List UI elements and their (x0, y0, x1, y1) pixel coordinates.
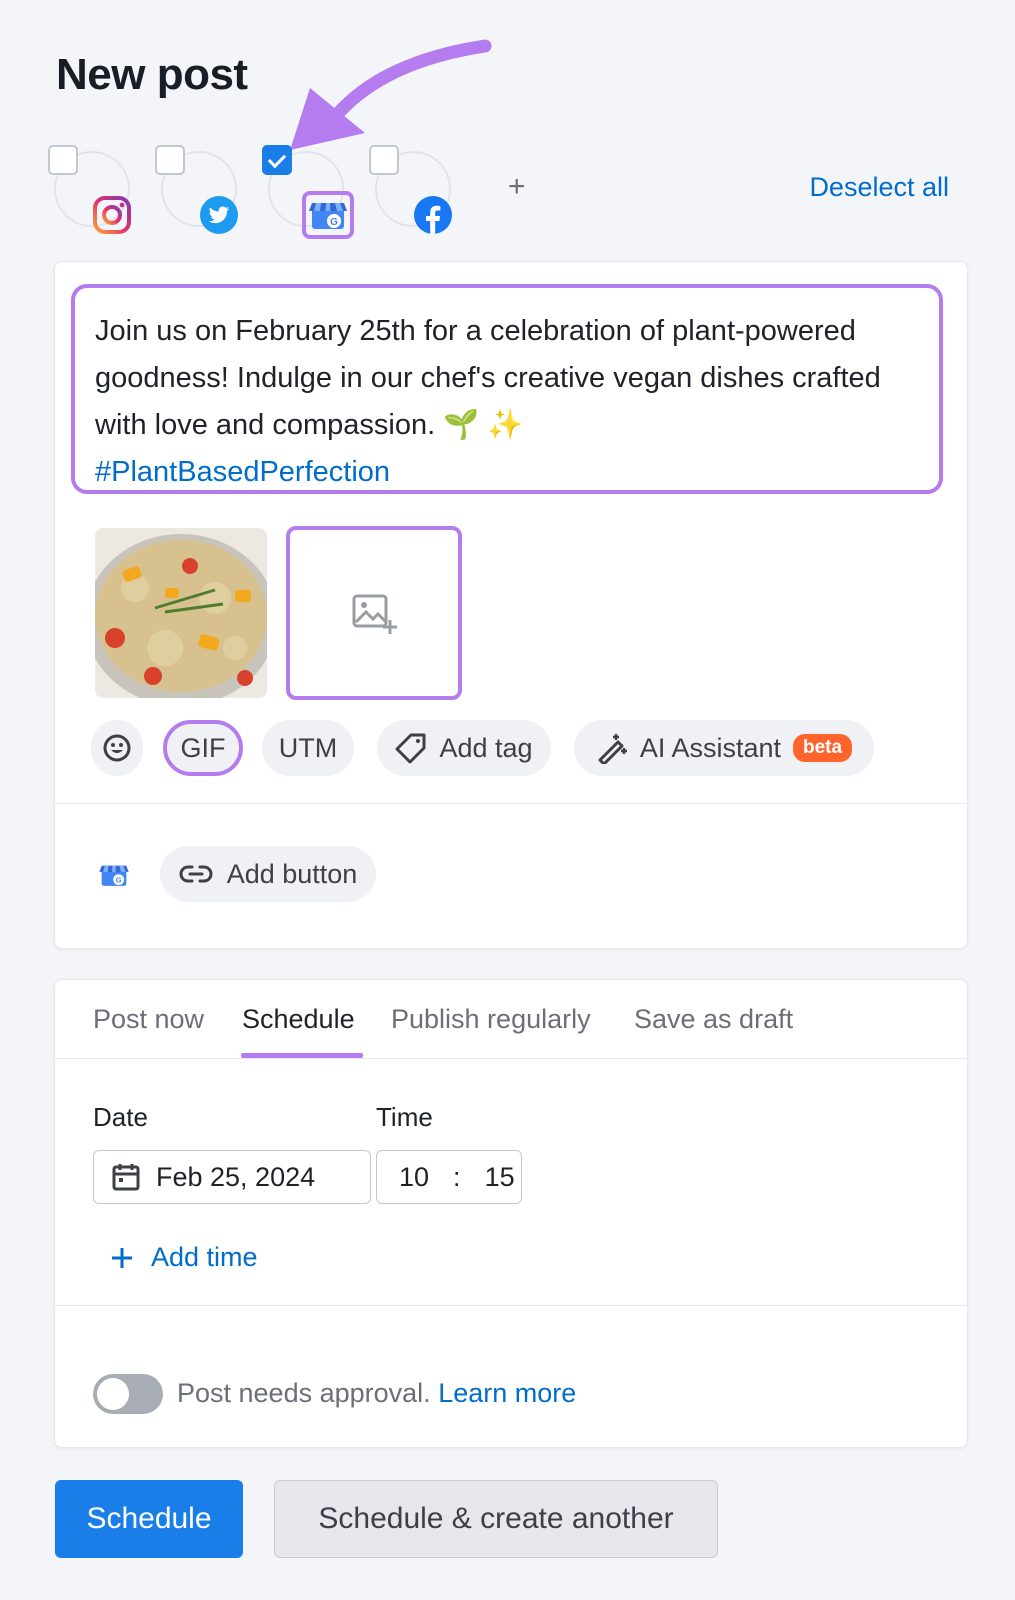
add-image-icon (352, 594, 397, 634)
ai-assistant-label: AI Assistant (639, 732, 781, 763)
svg-text:G: G (330, 217, 338, 228)
section-divider (55, 803, 967, 804)
tabs-divider (55, 1058, 967, 1059)
link-icon (179, 865, 213, 883)
post-text: Join us on February 25th for a celebrati… (95, 315, 881, 441)
gif-button[interactable]: GIF (163, 720, 243, 776)
page-title: New post (56, 50, 248, 99)
google-business-checkbox[interactable] (262, 145, 292, 175)
approval-text: Post needs approval. Learn more (177, 1378, 576, 1409)
google-business-icon: G (99, 865, 129, 886)
date-value: Feb 25, 2024 (156, 1161, 316, 1192)
instagram-checkbox[interactable] (48, 145, 78, 175)
beta-badge: beta (793, 734, 853, 762)
ai-assistant-button[interactable]: AI Assistant beta (574, 720, 874, 776)
tab-post-now[interactable]: Post now (93, 1004, 204, 1035)
google-business-icon: G (309, 203, 347, 229)
annotation-arrow (290, 39, 492, 150)
scheduling-card: Post now Schedule Publish regularly Save… (54, 979, 968, 1448)
attached-image[interactable] (95, 528, 267, 698)
plus-icon (112, 1247, 132, 1268)
approval-toggle[interactable] (93, 1374, 163, 1414)
network-facebook[interactable] (369, 145, 453, 235)
date-label: Date (93, 1102, 148, 1132)
date-picker-field[interactable]: Feb 25, 2024 (93, 1150, 371, 1204)
time-picker-field[interactable]: 10 : 15 (376, 1150, 522, 1204)
schedule-button[interactable]: Schedule (55, 1480, 243, 1558)
network-twitter[interactable] (155, 145, 239, 235)
add-tag-label: Add tag (439, 732, 533, 763)
hour-value[interactable]: 10 (399, 1162, 429, 1193)
approval-label: Post needs approval. (177, 1378, 431, 1408)
time-label: Time (376, 1102, 433, 1132)
twitter-checkbox[interactable] (155, 145, 185, 175)
add-image-button[interactable] (286, 526, 462, 700)
facebook-checkbox[interactable] (369, 145, 399, 175)
learn-more-link[interactable]: Learn more (438, 1378, 576, 1408)
instagram-icon (93, 196, 131, 234)
network-google-business[interactable]: G (262, 145, 354, 239)
add-network-button[interactable]: + (508, 170, 526, 204)
time-separator: : (453, 1161, 461, 1192)
add-button-chip[interactable]: Add button (160, 846, 376, 902)
calendar-icon (112, 1164, 140, 1191)
tab-schedule[interactable]: Schedule (242, 1004, 355, 1035)
schedule-and-create-another-button[interactable]: Schedule & create another (274, 1480, 718, 1558)
svg-text:G: G (116, 876, 122, 885)
tag-icon (395, 733, 426, 764)
utm-button[interactable]: UTM (262, 720, 354, 776)
post-hashtag: #PlantBasedPerfection (95, 456, 391, 488)
twitter-icon (200, 196, 238, 234)
add-button-label: Add button (226, 858, 358, 889)
add-time-label: Add time (151, 1242, 258, 1272)
tab-save-as-draft[interactable]: Save as draft (634, 1004, 793, 1035)
add-time-link[interactable]: Add time (111, 1242, 258, 1273)
approval-divider (55, 1305, 967, 1306)
tab-publish-regularly[interactable]: Publish regularly (391, 1004, 591, 1035)
network-instagram[interactable] (48, 145, 132, 235)
magic-wand-icon (598, 734, 627, 764)
selected-network-highlight: G (302, 191, 354, 239)
emoji-button[interactable] (91, 720, 143, 776)
smiley-icon (103, 734, 131, 762)
composer-card: Join us on February 25th for a celebrati… (54, 261, 968, 949)
post-text-editor[interactable]: Join us on February 25th for a celebrati… (71, 284, 943, 494)
minute-value[interactable]: 15 (485, 1162, 515, 1193)
deselect-all-link[interactable]: Deselect all (809, 172, 949, 203)
add-tag-button[interactable]: Add tag (377, 720, 551, 776)
facebook-icon (414, 196, 452, 234)
